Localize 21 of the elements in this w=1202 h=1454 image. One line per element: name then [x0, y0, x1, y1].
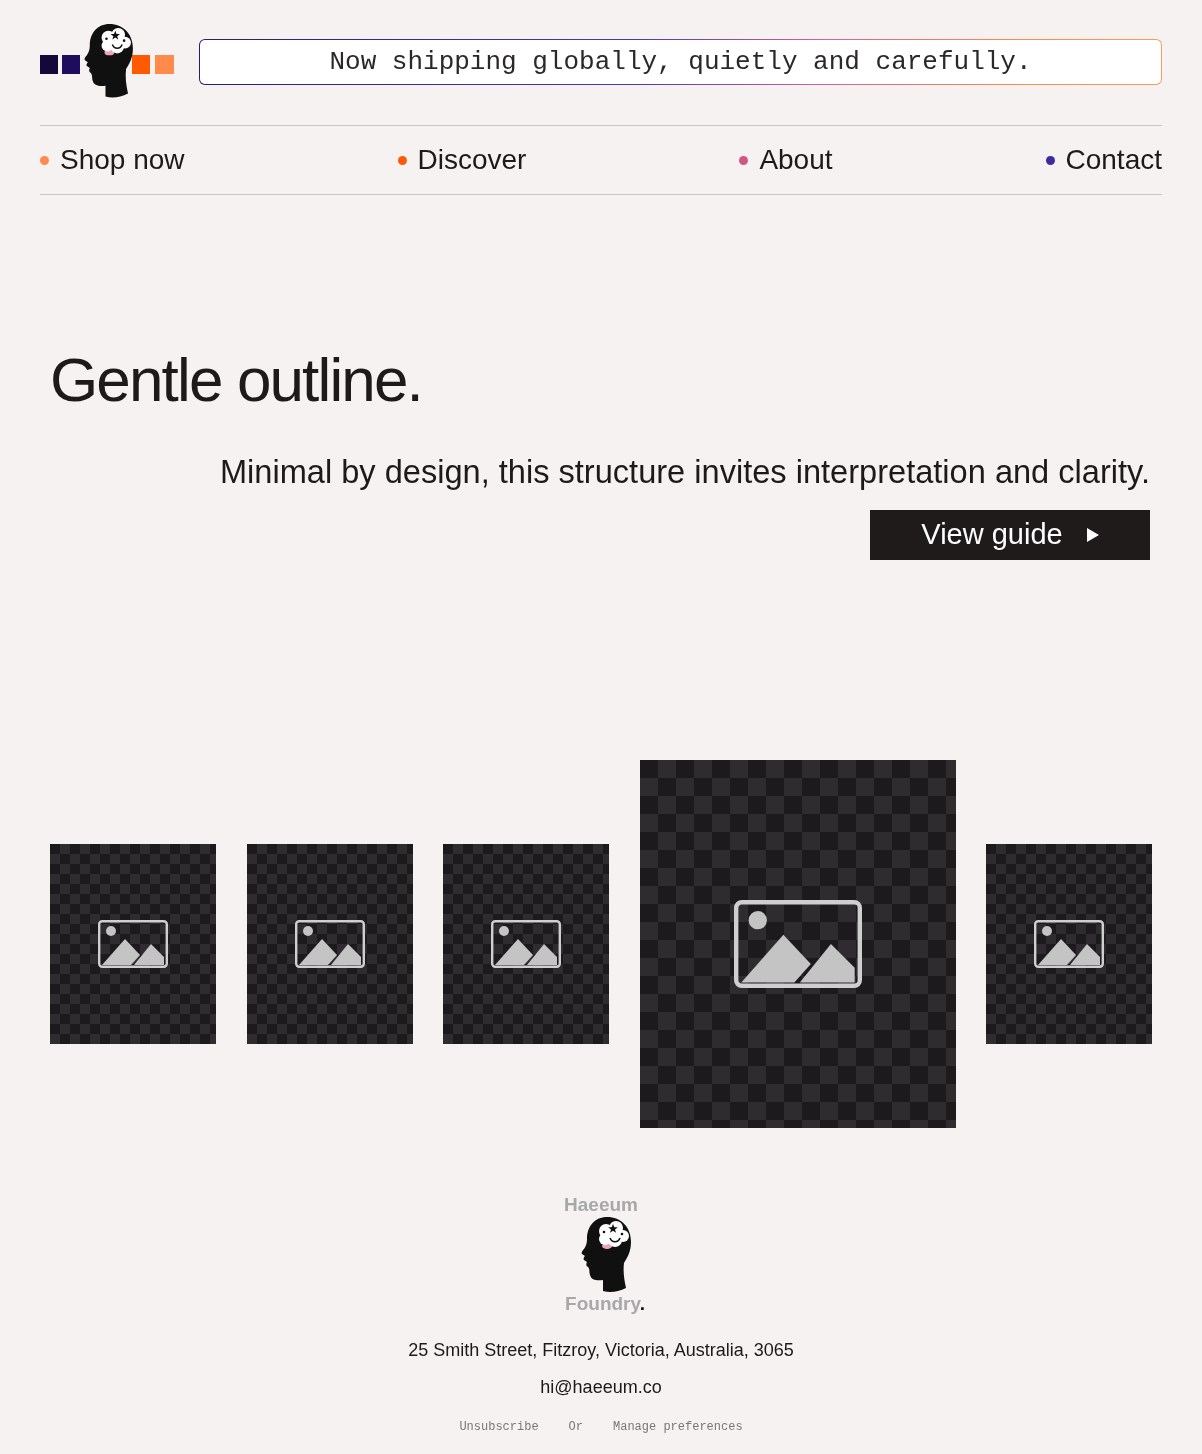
image-icon: [294, 920, 365, 968]
nav-link[interactable]: About: [739, 139, 833, 181]
caret-right-icon: [1086, 528, 1099, 542]
view-guide-button[interactable]: View guide: [870, 510, 1150, 560]
email-link[interactable]: hi@haeeum.co: [540, 1375, 662, 1399]
nav-link[interactable]: Discover: [397, 139, 527, 181]
nav-link[interactable]: Shop now: [40, 139, 185, 181]
footer-link[interactable]: Unsubscribe: [459, 1419, 539, 1435]
image-icon: [491, 920, 561, 968]
image-icon: [1034, 920, 1104, 968]
address-text: 25 Smith Street, Fitzroy, Victoria, Australia, 3065: [408, 1339, 794, 1362]
announcement-banner: Now shipping globally, quietly and carefully.: [199, 39, 1162, 85]
image-icon: [98, 920, 168, 968]
nav-link[interactable]: Contact: [1045, 139, 1162, 181]
brand-wordmark: Haeeum: [564, 1194, 638, 1216]
footer-link[interactable]: Manage preferences: [613, 1419, 743, 1435]
hero-subtitle: Minimal by design, this structure invites interpretation and clarity.: [219, 453, 1150, 491]
brand-wordmark: Foundry.: [565, 1294, 645, 1314]
image-icon: [733, 900, 862, 988]
separator-text: Or: [568, 1419, 583, 1435]
hero-title: Gentle outline.: [50, 346, 422, 414]
